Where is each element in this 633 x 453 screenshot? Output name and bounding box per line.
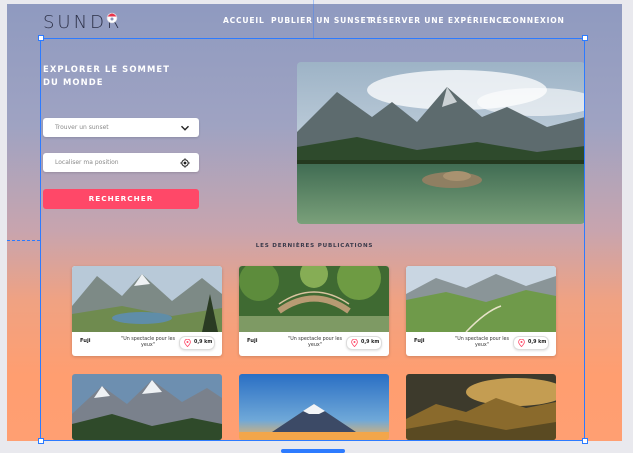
location-pin-icon [518, 339, 525, 347]
card-photo-green-valley [406, 266, 556, 332]
location-pin-icon [184, 339, 191, 347]
publication-card[interactable]: Fuji "Un spectacle pour les yeux" 0,9 km [406, 266, 556, 356]
resize-handle-top-left[interactable] [38, 35, 44, 41]
hero-title-line-2: DU MONDE [43, 76, 104, 87]
resize-handle-bottom-right[interactable] [582, 438, 588, 444]
search-sunset-placeholder: Trouver un sunset [55, 124, 109, 131]
hero-title: EXPLORER LE SOMMET DU MONDE [43, 63, 183, 88]
horizontal-scrollbar[interactable] [281, 449, 345, 453]
card-quote: "Un spectacle pour les yeux" [121, 337, 175, 348]
hero-landscape-image [297, 62, 585, 224]
card-photo-fuji-sunset[interactable] [239, 374, 389, 440]
horizontal-guide [7, 240, 40, 241]
crosshair-location-icon[interactable] [180, 158, 190, 168]
nav-accueil[interactable]: ACCUEIL [223, 16, 265, 25]
card-distance-badge: 0,9 km [179, 336, 215, 350]
locate-position-field[interactable]: Localiser ma position [43, 153, 199, 172]
chevron-down-icon[interactable] [180, 123, 190, 133]
location-pin-icon [351, 339, 358, 347]
hero-lake-photo [297, 62, 585, 224]
search-sunset-field[interactable]: Trouver un sunset [43, 118, 199, 137]
card-distance: 0,9 km [361, 340, 380, 345]
card-location-name: Fuji [80, 338, 91, 344]
nav-reserver-experience[interactable]: RÉSERVER UNE EXPÉRIENCE [370, 16, 509, 25]
vertical-guide [313, 0, 314, 38]
card-distance-badge: 0,9 km [513, 336, 549, 350]
locate-position-placeholder: Localiser ma position [55, 159, 119, 166]
card-distance-badge: 0,9 km [346, 336, 382, 350]
search-button[interactable]: RECHERCHER [43, 189, 199, 209]
section-title: LES DERNIÈRES PUBLICATIONS [255, 243, 374, 249]
card-photo-mountain-lake [72, 266, 222, 332]
card-photo-golden-cliffs[interactable] [406, 374, 556, 440]
nav-connexion[interactable]: CONNEXION [506, 16, 565, 25]
publication-card[interactable]: Fuji "Un spectacle pour les yeux" 0,9 km [239, 266, 389, 356]
card-location-name: Fuji [414, 338, 425, 344]
logo-mark-icon [106, 12, 118, 24]
nav-publier-sunset[interactable]: PUBLIER UN SUNSET [271, 16, 372, 25]
card-distance: 0,9 km [528, 340, 547, 345]
publication-card[interactable]: Fuji "Un spectacle pour les yeux" 0,9 km [72, 266, 222, 356]
card-quote: "Un spectacle pour les yeux" [288, 337, 342, 348]
landing-page: SUNDR ACCUEIL PUBLIER UN SUNSET RÉSERVER… [7, 4, 622, 441]
card-location-name: Fuji [247, 338, 258, 344]
card-quote: "Un spectacle pour les yeux" [455, 337, 509, 348]
card-photo-alpine-peaks[interactable] [72, 374, 222, 440]
card-distance: 0,9 km [194, 340, 213, 345]
hero-title-line-1: EXPLORER LE SOMMET [43, 64, 171, 74]
card-photo-garden-bridge [239, 266, 389, 332]
resize-handle-top-right[interactable] [582, 35, 588, 41]
resize-handle-bottom-left[interactable] [38, 438, 44, 444]
